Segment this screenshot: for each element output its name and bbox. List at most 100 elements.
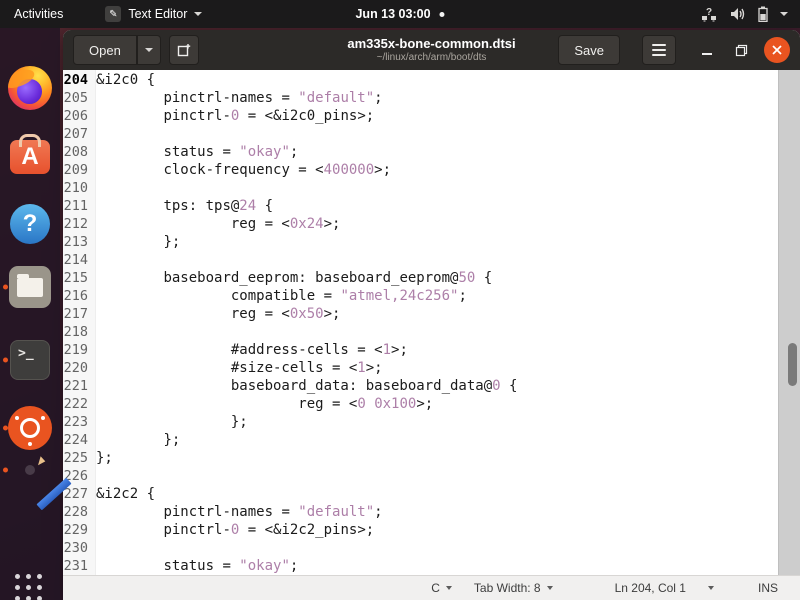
code-lines: 204 &i2c0 {205 pinctrl-names = "default";… — [63, 71, 778, 575]
code-text[interactable] — [92, 179, 96, 197]
dock-item-ubuntu[interactable] — [0, 406, 60, 450]
code-line[interactable]: 209 clock-frequency = <400000>; — [63, 161, 778, 179]
line-number: 218 — [63, 324, 88, 340]
code-text[interactable]: #address-cells = <1>; — [92, 341, 408, 359]
code-text[interactable] — [92, 125, 96, 143]
app-menu[interactable]: ✎ Text Editor — [95, 0, 212, 28]
insert-mode-indicator[interactable]: INS — [758, 581, 778, 595]
running-indicator-dot — [3, 467, 8, 473]
code-line[interactable]: 215 baseboard_eeprom: baseboard_eeprom@5… — [63, 269, 778, 287]
dock-item-text-editor[interactable] — [0, 456, 72, 511]
close-button[interactable] — [764, 37, 790, 63]
cursor-position-selector[interactable]: Ln 204, Col 1 — [615, 581, 714, 595]
language-selector[interactable]: C — [431, 581, 452, 595]
code-text[interactable]: status = "okay"; — [92, 557, 298, 575]
dock-item-ubuntu-software[interactable]: A — [0, 134, 60, 174]
vertical-scrollbar[interactable] — [778, 70, 800, 575]
code-line[interactable]: 216 compatible = "atmel,24c256"; — [63, 287, 778, 305]
dock-item-show-applications[interactable] — [0, 574, 60, 600]
dock-item-terminal[interactable]: >_ — [0, 340, 60, 380]
code-line[interactable]: 226 — [63, 467, 778, 485]
code-text[interactable]: pinctrl-0 = <&i2c2_pins>; — [92, 521, 374, 539]
code-line[interactable]: 228 pinctrl-names = "default"; — [63, 503, 778, 521]
header-bar: Open am335x-bone-common.dtsi ~/linux/arc… — [63, 30, 800, 70]
files-icon — [9, 266, 51, 308]
code-text[interactable] — [92, 539, 96, 557]
code-line[interactable]: 211 tps: tps@24 { — [63, 197, 778, 215]
hamburger-menu-button[interactable] — [642, 35, 676, 65]
code-line[interactable]: 213 }; — [63, 233, 778, 251]
code-text[interactable] — [92, 251, 96, 269]
code-text[interactable]: &i2c0 { — [92, 71, 155, 89]
language-label: C — [431, 581, 440, 595]
open-button-group: Open — [73, 35, 161, 65]
code-text[interactable]: baseboard_data: baseboard_data@0 { — [92, 377, 518, 395]
code-line[interactable]: 222 reg = <0 0x100>; — [63, 395, 778, 413]
code-text[interactable]: reg = <0 0x100>; — [92, 395, 433, 413]
code-text[interactable]: }; — [92, 431, 180, 449]
code-text[interactable]: pinctrl-names = "default"; — [92, 503, 382, 521]
restore-icon — [735, 44, 747, 56]
code-text[interactable]: pinctrl-0 = <&i2c0_pins>; — [92, 107, 374, 125]
new-document-button[interactable] — [168, 35, 199, 65]
code-text[interactable]: }; — [92, 413, 248, 431]
open-button[interactable]: Open — [73, 35, 137, 65]
code-line[interactable]: 219 #address-cells = <1>; — [63, 341, 778, 359]
header-bar-right: Save — [558, 35, 790, 65]
code-text[interactable]: compatible = "atmel,24c256"; — [92, 287, 467, 305]
code-line[interactable]: 217 reg = <0x50>; — [63, 305, 778, 323]
restore-button[interactable] — [730, 39, 752, 61]
code-text[interactable]: }; — [92, 449, 113, 467]
code-line[interactable]: 224 }; — [63, 431, 778, 449]
running-indicator-dot — [3, 357, 8, 363]
code-text[interactable]: baseboard_eeprom: baseboard_eeprom@50 { — [92, 269, 492, 287]
code-line[interactable]: 218 — [63, 323, 778, 341]
code-text[interactable]: reg = <0x24>; — [92, 215, 341, 233]
code-text[interactable]: #size-cells = <1>; — [92, 359, 383, 377]
scrollbar-thumb[interactable] — [788, 343, 797, 386]
code-text[interactable]: clock-frequency = <400000>; — [92, 161, 391, 179]
document-path: ~/linux/arch/arm/boot/dts — [376, 51, 487, 63]
code-line[interactable]: 223 }; — [63, 413, 778, 431]
document-title: am335x-bone-common.dtsi — [347, 35, 516, 51]
code-text[interactable]: pinctrl-names = "default"; — [92, 89, 382, 107]
code-line[interactable]: 229 pinctrl-0 = <&i2c2_pins>; — [63, 521, 778, 539]
dock-item-files[interactable] — [0, 266, 60, 308]
code-line[interactable]: 212 reg = <0x24>; — [63, 215, 778, 233]
code-line[interactable]: 204 &i2c0 { — [63, 71, 778, 89]
code-line[interactable]: 207 — [63, 125, 778, 143]
code-text[interactable] — [92, 467, 96, 485]
line-number: 223 — [63, 414, 88, 430]
code-line[interactable]: 210 — [63, 179, 778, 197]
activities-button[interactable]: Activities — [0, 0, 77, 28]
dock-item-help[interactable]: ? — [0, 204, 60, 244]
line-number: 208 — [63, 144, 88, 160]
code-line[interactable]: 206 pinctrl-0 = <&i2c0_pins>; — [63, 107, 778, 125]
code-editor[interactable]: 204 &i2c0 {205 pinctrl-names = "default";… — [63, 70, 800, 575]
code-line[interactable]: 221 baseboard_data: baseboard_data@0 { — [63, 377, 778, 395]
code-line[interactable]: 214 — [63, 251, 778, 269]
code-text[interactable]: status = "okay"; — [92, 143, 298, 161]
minimize-button[interactable] — [696, 39, 718, 61]
code-text[interactable]: tps: tps@24 { — [92, 197, 273, 215]
tab-width-selector[interactable]: Tab Width: 8 — [474, 581, 553, 595]
code-text[interactable]: reg = <0x50>; — [92, 305, 341, 323]
new-tab-icon — [177, 44, 191, 57]
code-text[interactable]: &i2c2 { — [92, 485, 155, 503]
code-line[interactable]: 208 status = "okay"; — [63, 143, 778, 161]
dock-item-firefox[interactable] — [0, 66, 60, 110]
open-dropdown-button[interactable] — [136, 35, 161, 65]
code-line[interactable]: 231 status = "okay"; — [63, 557, 778, 575]
chevron-down-icon — [780, 12, 788, 16]
code-text[interactable]: }; — [92, 233, 180, 251]
system-tray-menu[interactable]: ? — [701, 0, 800, 28]
line-number: 215 — [63, 270, 88, 286]
save-button[interactable]: Save — [558, 35, 620, 65]
clock-menu[interactable]: Jun 13 03:00 — [355, 0, 445, 28]
code-line[interactable]: 230 — [63, 539, 778, 557]
code-text[interactable] — [92, 323, 96, 341]
code-line[interactable]: 225}; — [63, 449, 778, 467]
code-line[interactable]: 205 pinctrl-names = "default"; — [63, 89, 778, 107]
code-line[interactable]: 227 &i2c2 { — [63, 485, 778, 503]
code-line[interactable]: 220 #size-cells = <1>; — [63, 359, 778, 377]
